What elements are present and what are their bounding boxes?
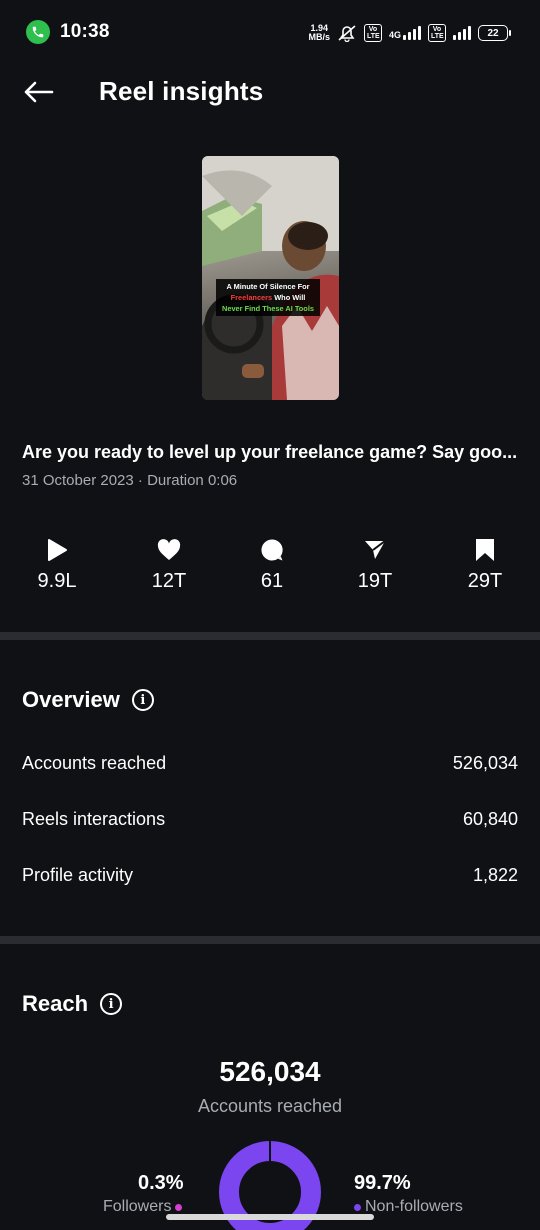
stat-saves[interactable]: 29T [455,536,515,593]
status-time: 10:38 [60,21,110,42]
reach-value: 526,034 [219,1056,321,1087]
overview-row-profile-activity[interactable]: Profile activity 1,822 [22,865,518,886]
signal-icon [453,26,471,40]
stat-likes[interactable]: 12T [139,536,199,593]
reach-label: Accounts reached [197,1096,343,1116]
reel-caption[interactable]: Are you ready to level up your freelance… [22,442,518,463]
followers-dot [175,1203,183,1211]
non-followers-dot [354,1203,361,1211]
stat-plays[interactable]: 9.9L [27,536,87,593]
arrow-left-icon [24,81,54,103]
status-bar: 10:38 1.94 MB/s Vo LTE 4G Vo LTE 22 [0,0,540,64]
battery-icon: 22 [478,25,511,41]
signal-4g-icon: 4G [389,26,421,40]
info-icon[interactable]: i [131,689,154,711]
volte-icon-2: Vo LTE [428,24,446,42]
overview-row-reels-interactions[interactable]: Reels interactions 60,840 [22,809,518,830]
volte-icon: Vo LTE [363,24,382,42]
mute-alarm-icon [338,25,356,42]
heart-icon [157,539,181,560]
network-speed: 1.94 MB/s [308,23,330,42]
thumbnail-scene [202,156,339,400]
back-button[interactable] [18,74,58,110]
section-divider [0,632,540,640]
play-icon [48,539,67,561]
share-icon [365,540,386,559]
gesture-nav-handle[interactable] [166,1214,374,1220]
status-icons: 1.94 MB/s Vo LTE 4G Vo LTE 22 [308,20,511,46]
overview-row-accounts-reached[interactable]: Accounts reached 526,034 [22,753,518,774]
overview-title: Overview i [22,687,154,713]
info-icon[interactable]: i [100,993,123,1015]
section-divider-2 [0,936,540,944]
comment-icon [261,539,283,561]
page-title: Reel insights [99,76,264,106]
reel-thumbnail[interactable]: A Minute Of Silence For Freelancers Who … [202,156,339,400]
header: Reel insights [0,64,540,120]
reach-title: Reach i [22,991,123,1017]
followers-percent: 0.3% [138,1172,184,1194]
phone-call-icon [26,20,50,44]
thumbnail-caption: A Minute Of Silence For Freelancers Who … [216,279,320,316]
stat-comments[interactable]: 61 [242,536,302,593]
reel-meta: 31 October 2023 · Duration 0:06 [22,472,238,489]
stats-row: 9.9L 12T 61 19T 29T [0,536,540,600]
non-followers-percent: 99.7% [354,1172,411,1194]
bookmark-icon [476,539,494,561]
stat-shares[interactable]: 19T [345,536,405,593]
